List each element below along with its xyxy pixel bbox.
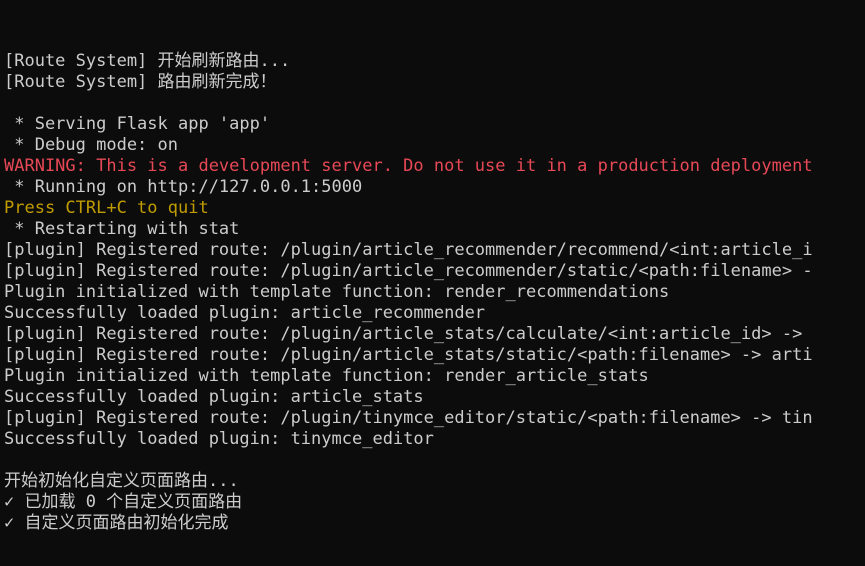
plugin-loaded-line: Successfully loaded plugin: article_reco…	[4, 303, 486, 323]
warning-line: WARNING: This is a development server. D…	[4, 156, 813, 176]
restarting-line: * Restarting with stat	[4, 219, 240, 239]
running-on-line: * Running on http://127.0.0.1:5000	[4, 177, 363, 197]
custom-route-init-start-line: 开始初始化自定义页面路由...	[4, 471, 239, 491]
plugin-route-line: [plugin] Registered route: /plugin/artic…	[4, 261, 813, 281]
plugin-init-line: Plugin initialized with template functio…	[4, 366, 649, 386]
plugin-route-line: [plugin] Registered route: /plugin/artic…	[4, 324, 803, 344]
plugin-init-line: Plugin initialized with template functio…	[4, 282, 670, 302]
plugin-loaded-line: Successfully loaded plugin: tinymce_edit…	[4, 429, 434, 449]
quit-hint-line: Press CTRL+C to quit	[4, 198, 209, 218]
flask-serving-line: * Serving Flask app 'app'	[4, 114, 271, 134]
custom-route-loaded-line: ✓ 已加载 0 个自定义页面路由	[4, 492, 243, 512]
plugin-loaded-line: Successfully loaded plugin: article_stat…	[4, 387, 424, 407]
terminal-window[interactable]: [Route System] 开始刷新路由... [Route System] …	[0, 0, 865, 566]
plugin-route-line: [plugin] Registered route: /plugin/artic…	[4, 345, 813, 365]
route-system-refresh-done-line: [Route System] 路由刷新完成！	[4, 72, 277, 92]
debug-mode-line: * Debug mode: on	[4, 135, 178, 155]
custom-route-init-done-line: ✓ 自定义页面路由初始化完成	[4, 513, 229, 533]
plugin-route-line: [plugin] Registered route: /plugin/tinym…	[4, 408, 813, 428]
plugin-route-line: [plugin] Registered route: /plugin/artic…	[4, 240, 813, 260]
route-system-refresh-start-line: [Route System] 开始刷新路由...	[4, 51, 291, 71]
